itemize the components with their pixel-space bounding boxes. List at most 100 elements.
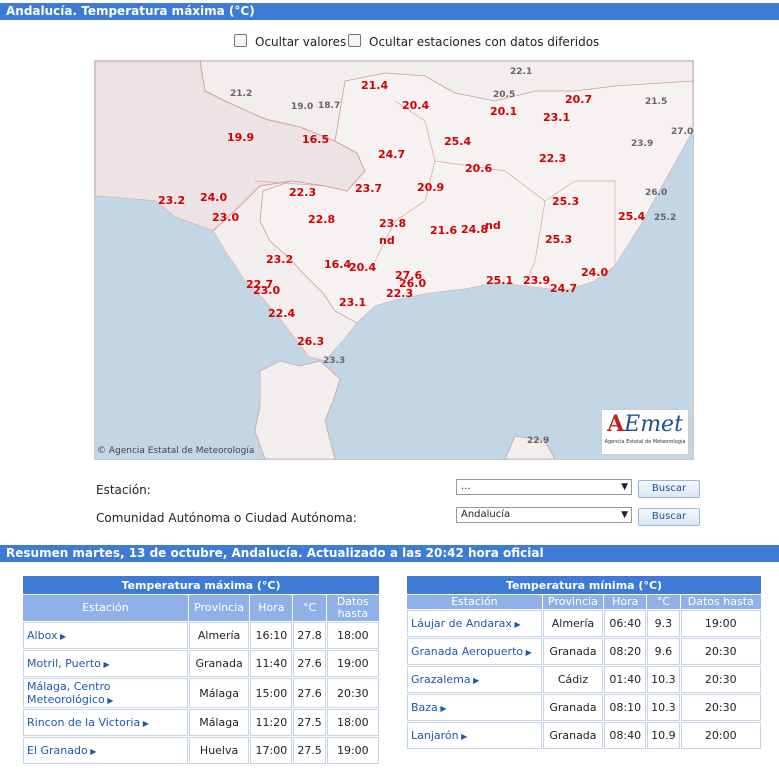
- checkbox-box[interactable]: [234, 34, 247, 47]
- max-temp-table: Temperatura máxima (°C) Estación Provinc…: [22, 575, 380, 765]
- station-link[interactable]: Málaga, Centro Meteorológico: [27, 680, 111, 706]
- map-value: 23.2: [158, 194, 186, 207]
- map-value: 25.4: [444, 135, 472, 148]
- map-value: 23.0: [253, 284, 281, 297]
- station-link[interactable]: Grazalema: [411, 673, 471, 686]
- station-cell[interactable]: Málaga, Centro Meteorológico ▶: [23, 678, 188, 708]
- map-value-deferred: 23.9: [631, 139, 654, 149]
- col-header: Hora: [250, 595, 293, 621]
- community-search-button[interactable]: Buscar: [638, 508, 700, 526]
- province-cell: Granada: [542, 722, 604, 749]
- until-cell: 20:30: [680, 694, 761, 721]
- province-cell: Cádiz: [542, 666, 604, 693]
- map-value: 26.3: [297, 335, 325, 348]
- temp-cell: 9.3: [647, 610, 680, 637]
- aemet-logo: AEmet Agencia Estatal de Meteorología: [601, 409, 689, 455]
- until-cell: 19:00: [326, 737, 379, 764]
- map-value: 22.3: [289, 186, 317, 199]
- map-value: 24.7: [378, 148, 406, 161]
- hide-values-checkbox[interactable]: Ocultar valores: [234, 34, 346, 49]
- map-value: 22.4: [268, 307, 296, 320]
- temp-cell: 10.3: [647, 666, 680, 693]
- station-link[interactable]: Granada Aeropuerto: [411, 645, 523, 658]
- time-cell: 01:40: [604, 666, 647, 693]
- station-link[interactable]: Albox: [27, 629, 57, 642]
- station-cell[interactable]: Rincon de la Victoria ▶: [23, 709, 188, 736]
- map-value: 23.0: [212, 211, 240, 224]
- station-cell[interactable]: Motril, Puerto ▶: [23, 650, 188, 677]
- station-cell[interactable]: Baza ▶: [407, 694, 542, 721]
- table-row: Baza ▶ Granada 08:10 10.3 20:30: [407, 694, 761, 721]
- copyright-text: Agencia Estatal de Meteorología: [108, 446, 255, 456]
- station-cell[interactable]: Lanjarón ▶: [407, 722, 542, 749]
- table-row: El Granado ▶ Huelva 17:00 27.5 19:00: [23, 737, 379, 764]
- until-cell: 20:30: [680, 638, 761, 665]
- station-link[interactable]: Láujar de Andarax: [411, 617, 512, 630]
- until-cell: 20:30: [326, 678, 379, 708]
- table-row: Lanjarón ▶ Granada 08:40 10.9 20:00: [407, 722, 761, 749]
- map-value: 25.1: [486, 274, 514, 287]
- table-row: Albox ▶ Almería 16:10 27.8 18:00: [23, 622, 379, 649]
- station-link[interactable]: El Granado: [27, 744, 88, 757]
- triangle-right-icon: ▶: [87, 747, 97, 756]
- table-row: Rincon de la Victoria ▶ Málaga 11:20 27.5 18…: [23, 709, 379, 736]
- temp-cell: 9.6: [647, 638, 680, 665]
- time-cell: 08:10: [604, 694, 647, 721]
- map-value: 20.4: [349, 261, 377, 274]
- province-cell: Almería: [188, 622, 250, 649]
- province-cell: Granada: [542, 694, 604, 721]
- province-cell: Granada: [188, 650, 250, 677]
- min-temp-table: Temperatura mínima (°C) Estación Provinc…: [406, 575, 762, 750]
- community-select[interactable]: Andalucía ▼: [456, 507, 632, 523]
- map-value: 24.0: [581, 266, 609, 279]
- map-value-deferred: 27.0: [671, 127, 694, 137]
- map-value: 20.1: [490, 105, 518, 118]
- triangle-right-icon: ▶: [523, 648, 532, 657]
- community-label: Comunidad Autónoma o Ciudad Autónoma:: [96, 511, 357, 525]
- province-cell: Málaga: [188, 678, 250, 708]
- table-row: Granada Aeropuerto ▶ Granada 08:20 9.6 20:30: [407, 638, 761, 665]
- until-cell: 19:00: [680, 610, 761, 637]
- station-search-button[interactable]: Buscar: [638, 480, 700, 498]
- map-value-deferred: 22.1: [510, 67, 533, 77]
- map-value: nd: [379, 234, 395, 247]
- station-cell[interactable]: Grazalema ▶: [407, 666, 542, 693]
- until-cell: 20:30: [680, 666, 761, 693]
- table-row: Grazalema ▶ Cádiz 01:40 10.3 20:30: [407, 666, 761, 693]
- table-row: Motril, Puerto ▶ Granada 11:40 27.6 19:00: [23, 650, 379, 677]
- map-value: 23.1: [339, 296, 367, 309]
- map-value: 25.3: [552, 195, 580, 208]
- map-value: 25.3: [545, 233, 573, 246]
- station-cell[interactable]: Granada Aeropuerto ▶: [407, 638, 542, 665]
- station-link[interactable]: Motril, Puerto: [27, 657, 101, 670]
- map-value-deferred: 19.0: [291, 102, 314, 112]
- station-link[interactable]: Rincon de la Victoria: [27, 716, 140, 729]
- map-value: 16.5: [302, 133, 330, 146]
- table-row: Málaga, Centro Meteorológico ▶ Málaga 15:0…: [23, 678, 379, 708]
- map-value: 21.4: [361, 79, 389, 92]
- checkbox-box[interactable]: [348, 34, 361, 47]
- map-value: 20.9: [417, 181, 445, 194]
- station-cell[interactable]: Albox ▶: [23, 622, 188, 649]
- col-header: °C: [647, 595, 680, 609]
- map-value-deferred: 22.9: [527, 436, 550, 446]
- col-header: Provincia: [188, 595, 250, 621]
- hide-deferred-checkbox[interactable]: Ocultar estaciones con datos diferidos: [348, 34, 599, 49]
- map-copyright: © Agencia Estatal de Meteorología: [97, 446, 254, 456]
- station-select[interactable]: ... ▼: [456, 479, 632, 495]
- logo-subtitle: Agencia Estatal de Meteorología: [604, 439, 686, 445]
- map-value: 20.6: [465, 162, 493, 175]
- col-header: Estación: [407, 595, 542, 609]
- station-link[interactable]: Lanjarón: [411, 729, 459, 742]
- station-cell[interactable]: Láujar de Andarax ▶: [407, 610, 542, 637]
- copyright-icon: ©: [97, 446, 106, 456]
- temperature-map[interactable]: 21.4 20.4 20.1 20.7 23.1 19.9 16.5 25.4 …: [94, 60, 694, 460]
- station-link[interactable]: Baza: [411, 701, 438, 714]
- temp-cell: 10.3: [647, 694, 680, 721]
- map-value-deferred: 20.5: [493, 90, 516, 100]
- station-cell[interactable]: El Granado ▶: [23, 737, 188, 764]
- col-header: Provincia: [542, 595, 604, 609]
- triangle-right-icon: ▶: [458, 732, 468, 741]
- map-value-deferred: 21.2: [230, 89, 253, 99]
- map-value-deferred: 23.3: [323, 356, 346, 366]
